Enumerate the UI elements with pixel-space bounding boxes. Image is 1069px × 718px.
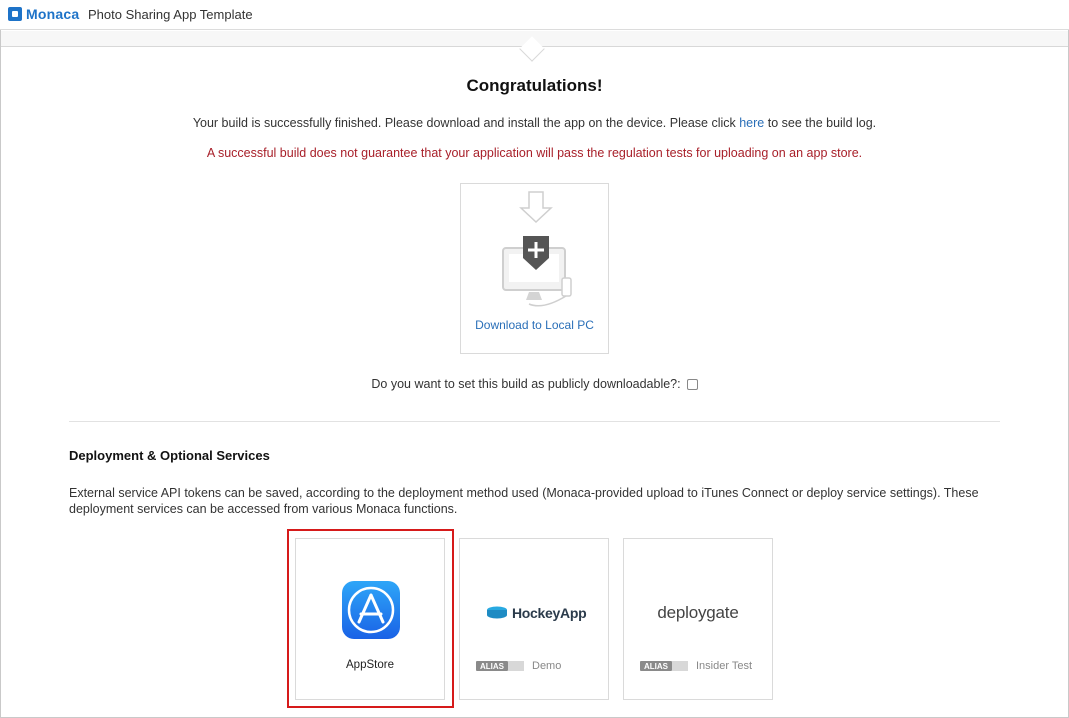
deploygate-service-card[interactable]: deploygate ALIAS Insider Test xyxy=(623,538,773,700)
alias-row: ALIAS Demo xyxy=(476,660,561,672)
appstore-label: AppStore xyxy=(346,659,394,671)
logo-text: Monaca xyxy=(26,6,80,22)
deployment-section-title: Deployment & Optional Services xyxy=(69,448,270,463)
download-to-local-pc-link[interactable]: Download to Local PC xyxy=(461,318,608,332)
hockeyapp-logo: HockeyApp xyxy=(486,605,587,621)
alias-name: Demo xyxy=(532,660,562,672)
monaca-logo[interactable]: Monaca xyxy=(8,6,79,22)
section-divider xyxy=(69,421,1000,422)
download-local-pc-card[interactable]: Download to Local PC xyxy=(460,183,609,354)
build-info-after: to see the build log. xyxy=(764,116,877,130)
hockeyapp-icon xyxy=(487,606,507,619)
build-info-text: Your build is successfully finished. Ple… xyxy=(0,116,1069,130)
hockeyapp-logo-text: HockeyApp xyxy=(512,605,587,621)
hockeyapp-service-card[interactable]: HockeyApp ALIAS Demo xyxy=(459,538,609,700)
download-to-pc-icon xyxy=(502,191,572,307)
top-bar: Monaca Photo Sharing App Template xyxy=(0,0,1069,30)
monaca-logo-icon xyxy=(8,7,22,21)
deploygate-logo: deploygate xyxy=(657,603,739,622)
appstore-service-card[interactable]: AppStore xyxy=(295,538,445,700)
appstore-icon xyxy=(342,581,400,639)
project-title: Photo Sharing App Template xyxy=(88,7,253,22)
alias-name: Insider Test xyxy=(696,660,753,672)
page-title: Congratulations! xyxy=(466,76,603,95)
alias-row: ALIAS Insider Test xyxy=(640,660,752,672)
alias-badge-fill xyxy=(672,661,688,671)
public-download-row: Do you want to set this build as publicl… xyxy=(0,377,1069,391)
public-download-checkbox[interactable] xyxy=(686,378,698,390)
alias-badge: ALIAS xyxy=(640,661,672,671)
build-warning-text: A successful build does not guarantee th… xyxy=(206,146,863,160)
alias-badge-fill xyxy=(508,661,524,671)
build-log-link[interactable]: here xyxy=(739,116,764,130)
alias-badge: ALIAS xyxy=(476,661,508,671)
deployment-section-description: External service API tokens can be saved… xyxy=(69,486,979,516)
public-download-label: Do you want to set this build as publicl… xyxy=(371,377,681,391)
build-info-before: Your build is successfully finished. Ple… xyxy=(192,116,740,130)
